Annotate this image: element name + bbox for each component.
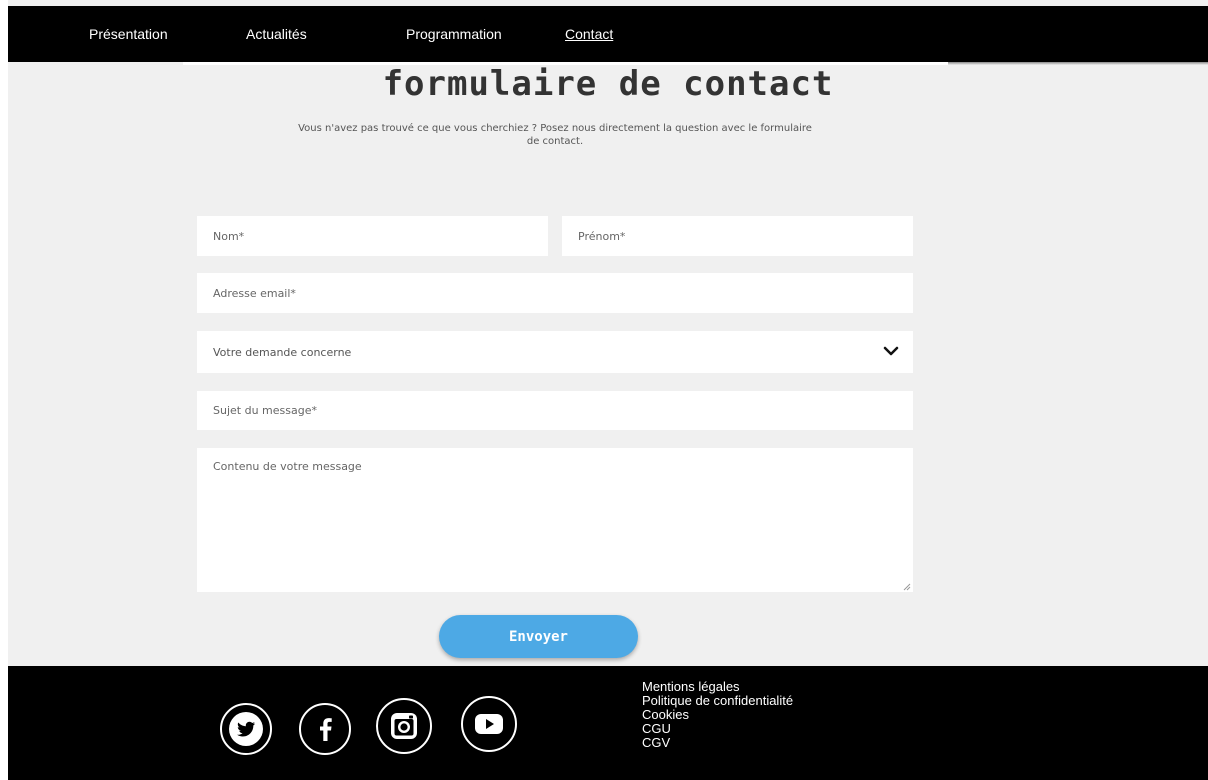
footer-link-politique-confidentialite[interactable]: Politique de confidentialité	[642, 694, 793, 708]
twitter-icon	[229, 712, 263, 746]
top-navigation: Présentation Actualités Programmation Co…	[8, 6, 1208, 62]
first-name-input[interactable]	[562, 216, 913, 256]
footer: Mentions légales Politique de confidenti…	[8, 666, 1208, 780]
facebook-icon	[320, 718, 332, 741]
nav-item-programmation[interactable]: Programmation	[406, 26, 502, 42]
footer-links: Mentions légales Politique de confidenti…	[642, 680, 793, 750]
message-textarea[interactable]	[197, 448, 913, 592]
page-subtitle: Vous n'avez pas trouvé ce que vous cherc…	[298, 123, 812, 147]
instagram-icon	[391, 713, 417, 739]
resize-handle-icon[interactable]	[903, 583, 911, 591]
footer-link-cgu[interactable]: CGU	[642, 722, 793, 736]
nav-item-actualites[interactable]: Actualités	[246, 26, 307, 42]
email-input[interactable]	[197, 273, 913, 313]
chevron-down-icon	[883, 346, 899, 356]
youtube-link[interactable]	[461, 696, 517, 752]
nav-item-presentation[interactable]: Présentation	[89, 26, 168, 42]
instagram-link[interactable]	[376, 698, 432, 754]
youtube-icon	[475, 714, 503, 734]
request-type-selected: Votre demande concerne	[213, 346, 352, 359]
twitter-link[interactable]	[220, 703, 272, 755]
last-name-input[interactable]	[197, 216, 548, 256]
footer-link-cgv[interactable]: CGV	[642, 736, 793, 750]
request-type-select[interactable]: Votre demande concerne	[197, 331, 913, 373]
submit-button[interactable]: Envoyer	[439, 615, 638, 658]
footer-link-cookies[interactable]: Cookies	[642, 708, 793, 722]
page-title: formulaire de contact	[382, 64, 834, 104]
page-background	[8, 0, 1208, 780]
nav-item-contact[interactable]: Contact	[565, 26, 613, 42]
subject-input[interactable]	[197, 391, 913, 430]
facebook-link[interactable]	[299, 703, 351, 755]
footer-link-mentions-legales[interactable]: Mentions légales	[642, 680, 793, 694]
